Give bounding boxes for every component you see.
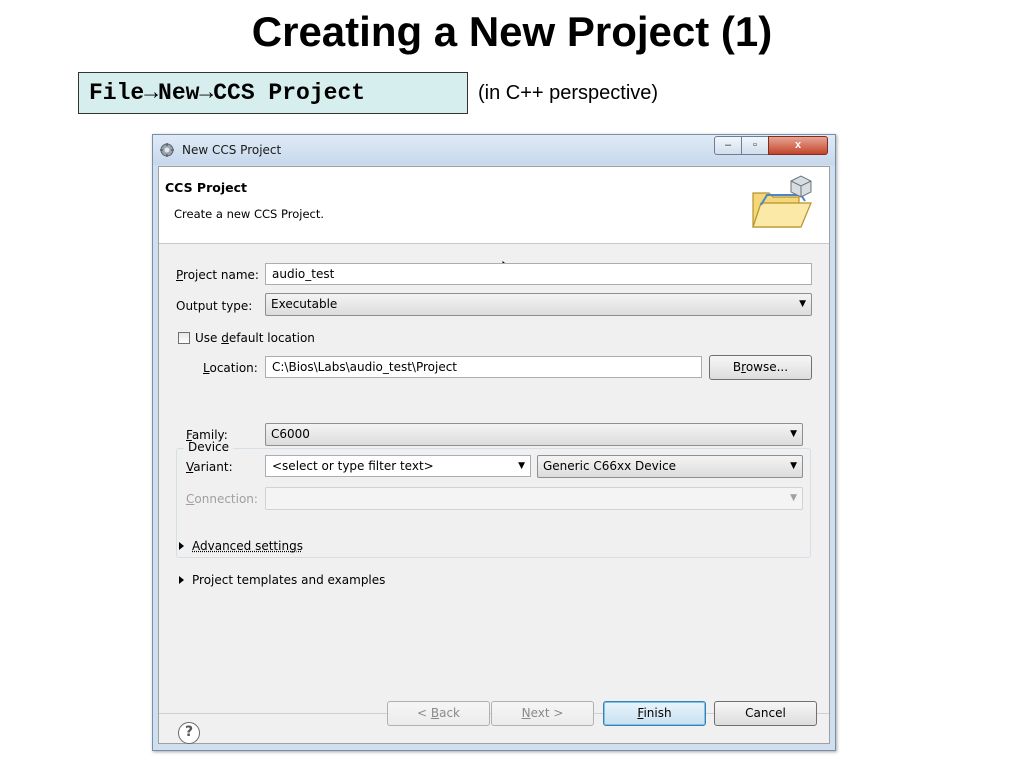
folder-project-icon (752, 175, 812, 228)
project-templates-toggle[interactable]: Project templates and examples (192, 573, 385, 587)
expand-triangle-icon[interactable] (179, 576, 184, 584)
browse-button[interactable]: Browse... (709, 355, 812, 380)
advanced-settings-toggle[interactable]: Advanced settings (192, 539, 303, 553)
use-default-location-label: Use default location (195, 331, 315, 345)
dropdown-arrow-icon: ▼ (790, 461, 797, 471)
maximize-button[interactable]: ▫ (741, 136, 769, 155)
next-button[interactable]: Next > (491, 701, 594, 726)
connection-select[interactable]: ▼ (265, 487, 803, 510)
expand-triangle-icon[interactable] (179, 542, 184, 550)
family-select[interactable]: C6000 ▼ (265, 423, 803, 446)
project-name-input[interactable]: audio_test (265, 263, 812, 285)
dialog-banner: CCS Project Create a new CCS Project. (159, 167, 829, 244)
slide-title: Creating a New Project (1) (251, 8, 773, 55)
banner-description: Create a new CCS Project. (174, 207, 325, 221)
variant-label: Variant: (186, 460, 233, 474)
variant-filter-text: <select or type filter text> (272, 459, 434, 473)
output-type-value: Executable (271, 297, 338, 311)
banner-title: CCS Project (165, 180, 247, 195)
output-type-select[interactable]: Executable ▼ (265, 293, 812, 316)
minimize-button[interactable]: – (714, 136, 742, 155)
use-default-location-checkbox[interactable] (178, 332, 190, 344)
window-title: New CCS Project (182, 143, 282, 157)
device-group-label: Device (184, 440, 234, 454)
finish-button[interactable]: Finish (603, 701, 706, 726)
window-titlebar[interactable]: New CCS Project – ▫ x (153, 135, 835, 165)
project-name-label: Project name: (176, 268, 259, 282)
gear-window-icon (160, 143, 174, 157)
output-type-label: Output type: (176, 299, 253, 313)
location-label: Location: (203, 361, 258, 375)
menu-path-box: File→New→CCS Project (78, 72, 468, 114)
help-icon[interactable]: ? (178, 722, 200, 744)
close-button[interactable]: x (768, 136, 828, 155)
dropdown-arrow-icon: ▼ (518, 461, 525, 471)
cancel-button[interactable]: Cancel (714, 701, 817, 726)
dialog-content: CCS Project Create a new CCS Project. Pr… (158, 166, 830, 744)
dropdown-arrow-icon: ▼ (790, 429, 797, 439)
variant-filter-input[interactable]: <select or type filter text> ▼ (265, 455, 531, 477)
connection-label: Connection: (186, 492, 258, 506)
dropdown-arrow-icon: ▼ (790, 493, 797, 503)
family-value: C6000 (271, 427, 310, 441)
new-ccs-project-dialog: New CCS Project – ▫ x CCS Project Create… (152, 134, 836, 751)
perspective-note: (in C++ perspective) (478, 82, 659, 104)
family-label: Family: (186, 428, 228, 442)
variant-select[interactable]: Generic C66xx Device ▼ (537, 455, 803, 478)
variant-value: Generic C66xx Device (543, 459, 677, 473)
dropdown-arrow-icon: ▼ (799, 299, 806, 309)
back-button[interactable]: < Back (387, 701, 490, 726)
location-input[interactable]: C:\Bios\Labs\audio_test\Project (265, 356, 702, 378)
